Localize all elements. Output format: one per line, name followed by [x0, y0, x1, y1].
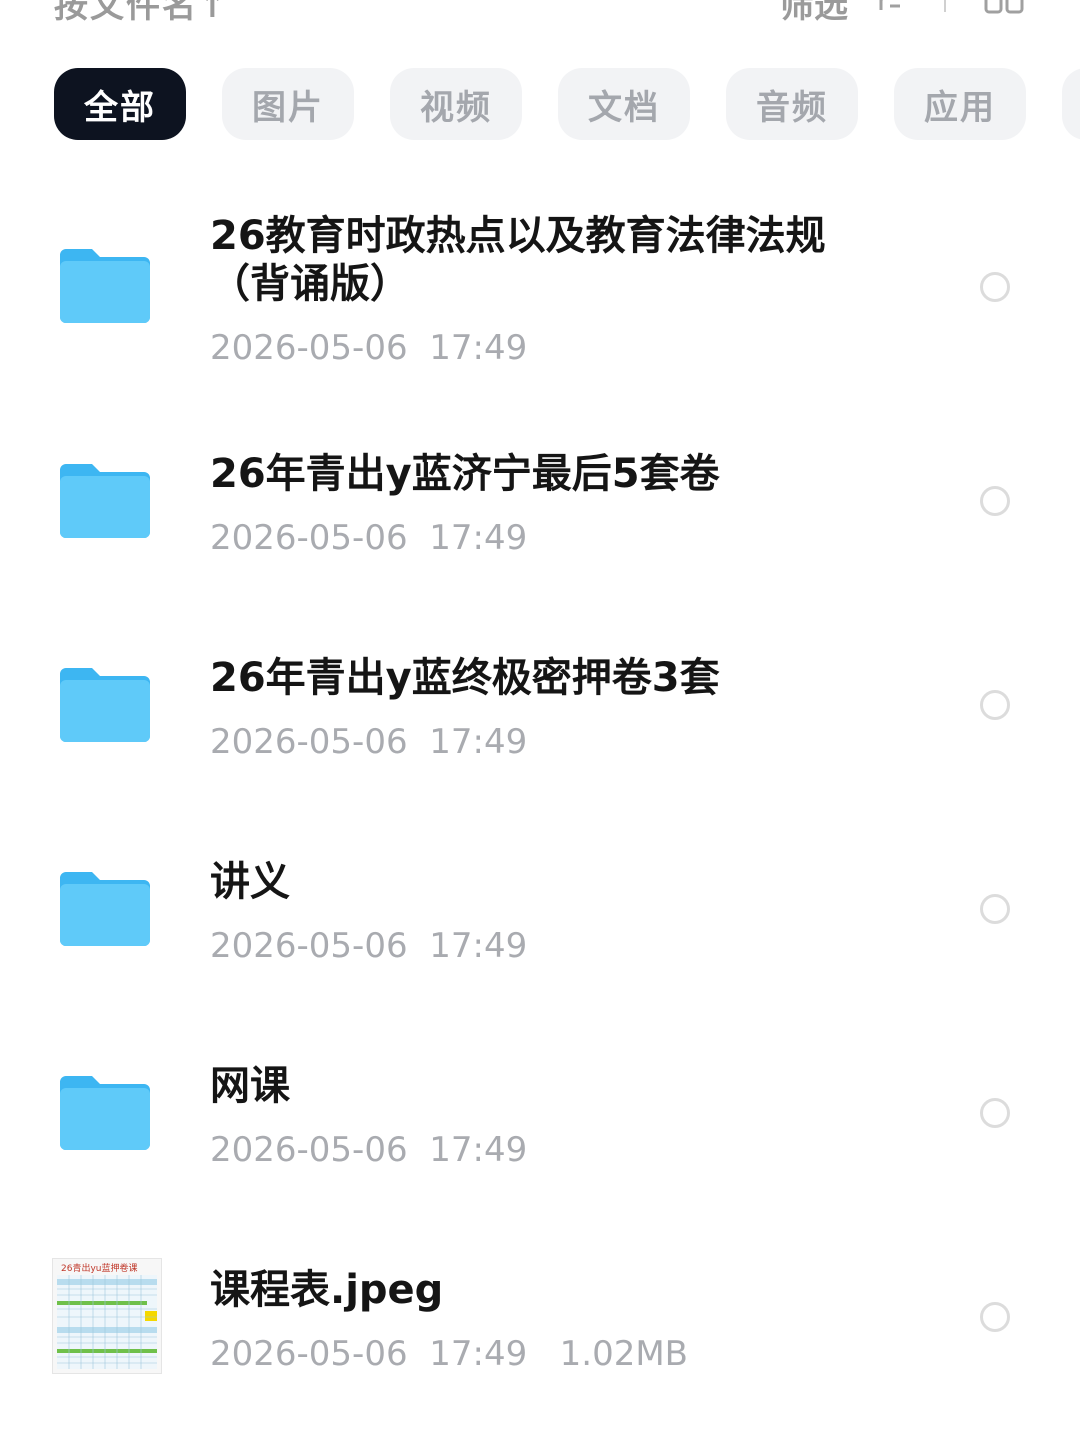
- tab-audio[interactable]: 音频: [726, 68, 858, 140]
- file-list-item[interactable]: 26年青出y蓝济宁最后5套卷 2026-05-06 17:49: [0, 440, 1080, 570]
- file-info: 2026-05-06 17:49 1.02MB: [210, 1334, 689, 1374]
- folder-icon: [60, 464, 150, 538]
- file-name: 网课: [210, 1063, 290, 1109]
- top-toolbar: 按文件名↑ 筛选: [0, 0, 1080, 40]
- select-radio[interactable]: [980, 894, 1010, 924]
- file-date: 2026-05-06 17:49: [210, 1130, 528, 1170]
- folder-icon: [60, 249, 150, 323]
- file-date: 2026-05-06 17:49: [210, 926, 528, 966]
- tab-more[interactable]: [1062, 68, 1080, 140]
- tab-all[interactable]: 全部: [54, 68, 186, 140]
- tab-apps[interactable]: 应用: [894, 68, 1026, 140]
- category-tabs: 全部 图片 视频 文档 音频 应用: [54, 68, 1080, 140]
- select-radio[interactable]: [980, 1302, 1010, 1332]
- select-radio[interactable]: [980, 272, 1010, 302]
- tab-images[interactable]: 图片: [222, 68, 354, 140]
- tab-documents[interactable]: 文档: [558, 68, 690, 140]
- file-name: 26教育时政热点以及教育法律法规（背诵版）: [210, 213, 826, 307]
- file-name: 讲义: [210, 859, 290, 905]
- sort-button[interactable]: 按文件名↑: [54, 0, 229, 27]
- file-list-item[interactable]: 26青出yu蓝押卷课 课程表.jpeg 2026-05-06 17:49 1.0…: [0, 1256, 1080, 1396]
- folder-icon: [60, 1076, 150, 1150]
- file-date: 2026-05-06 17:49: [210, 328, 528, 368]
- file-name: 26年青出y蓝济宁最后5套卷: [210, 451, 720, 497]
- tab-videos[interactable]: 视频: [390, 68, 522, 140]
- file-list-item[interactable]: 26年青出y蓝终极密押卷3套 2026-05-06 17:49: [0, 644, 1080, 774]
- file-name: 26年青出y蓝终极密押卷3套: [210, 655, 720, 701]
- grid-view-icon[interactable]: [984, 0, 1024, 16]
- toolbar-divider: [944, 0, 946, 12]
- file-date: 2026-05-06 17:49: [210, 518, 528, 558]
- file-list-item[interactable]: 讲义 2026-05-06 17:49: [0, 848, 1080, 978]
- image-thumbnail: 26青出yu蓝押卷课: [52, 1258, 162, 1374]
- select-radio[interactable]: [980, 486, 1010, 516]
- thumbnail-caption: 26青出yu蓝押卷课: [61, 1264, 138, 1274]
- folder-icon: [60, 872, 150, 946]
- file-date: 2026-05-06 17:49: [210, 722, 528, 762]
- select-radio[interactable]: [980, 690, 1010, 720]
- file-list-item[interactable]: 网课 2026-05-06 17:49: [0, 1052, 1080, 1182]
- filter-icon[interactable]: [872, 0, 902, 12]
- schedule-table-graphic: [57, 1275, 157, 1369]
- file-list-item[interactable]: 26教育时政热点以及教育法律法规（背诵版） 2026-05-06 17:49: [0, 190, 1080, 390]
- folder-icon: [60, 668, 150, 742]
- filter-button[interactable]: 筛选: [780, 0, 848, 27]
- file-name: 课程表.jpeg: [210, 1267, 444, 1313]
- select-radio[interactable]: [980, 1098, 1010, 1128]
